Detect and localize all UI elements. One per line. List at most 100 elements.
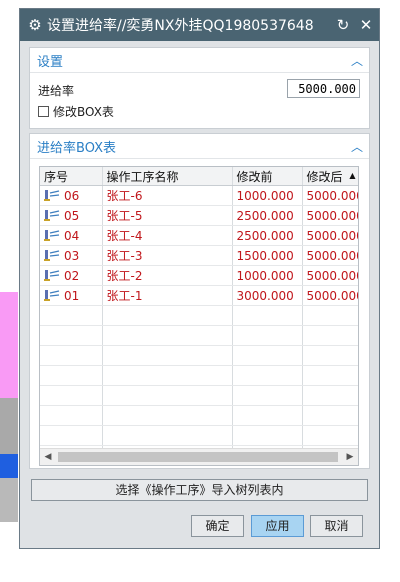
table-row[interactable]: 02 张工-2 1000.000 5000.000 xyxy=(40,265,358,286)
modify-box-checkbox[interactable] xyxy=(38,106,49,117)
empty-table-row xyxy=(40,325,358,346)
sort-arrow-icon: ▲ xyxy=(349,170,356,180)
settings-header-label: 设置 xyxy=(37,54,64,70)
empty-cell xyxy=(102,345,233,366)
ok-button[interactable]: 确定 xyxy=(191,515,244,537)
cell-no: 03 xyxy=(40,245,103,266)
empty-cell xyxy=(302,305,358,326)
empty-cell xyxy=(302,325,358,346)
background-viewport-gray-lower xyxy=(0,478,18,522)
empty-cell xyxy=(302,405,358,426)
empty-cell xyxy=(40,305,103,326)
empty-table-row xyxy=(40,365,358,386)
cancel-button[interactable]: 取消 xyxy=(310,515,363,537)
empty-cell xyxy=(102,425,233,446)
cell-no-text: 02 xyxy=(64,268,80,283)
table-row[interactable]: 05 张工-5 2500.000 5000.000 xyxy=(40,205,358,226)
empty-cell xyxy=(302,385,358,406)
cell-name: 张工-3 xyxy=(102,245,233,266)
operation-table[interactable]: 序号 操作工序名称 修改前 修改后 ▲ 06 张工-6 1000.000 5000.00… xyxy=(39,166,359,466)
empty-table-row xyxy=(40,405,358,426)
cell-after: 5000.000 xyxy=(302,205,358,226)
cell-name: 张工-1 xyxy=(102,285,233,306)
feed-rate-input[interactable] xyxy=(287,79,360,98)
empty-cell xyxy=(302,365,358,386)
cell-no: 01 xyxy=(40,285,103,306)
box-table-panel: 进给率BOX表 ︿ 序号 操作工序名称 修改前 修改后 ▲ 06 张工-6 1000.… xyxy=(29,133,370,469)
cell-after: 5000.000 xyxy=(302,245,358,266)
cell-no: 04 xyxy=(40,225,103,246)
scroll-right-icon[interactable]: ▶ xyxy=(342,452,358,462)
background-viewport-gray xyxy=(0,398,18,454)
cell-before: 3000.000 xyxy=(232,285,303,306)
cell-before: 1000.000 xyxy=(232,265,303,286)
reset-icon[interactable]: ↻ xyxy=(333,16,353,34)
column-header-after[interactable]: 修改后 ▲ xyxy=(302,167,358,186)
collapse-chevron-icon[interactable]: ︿ xyxy=(351,138,363,155)
empty-cell xyxy=(232,385,303,406)
empty-cell xyxy=(102,325,233,346)
operation-icon xyxy=(44,189,60,201)
empty-cell xyxy=(232,305,303,326)
empty-cell xyxy=(232,325,303,346)
modify-box-label: 修改BOX表 xyxy=(53,105,114,119)
empty-cell xyxy=(102,385,233,406)
cell-before: 2500.000 xyxy=(232,225,303,246)
empty-cell xyxy=(232,405,303,426)
operation-icon xyxy=(44,269,60,281)
empty-table-row xyxy=(40,305,358,326)
empty-table-row xyxy=(40,385,358,406)
background-viewport-magenta xyxy=(0,292,18,398)
settings-header[interactable]: 设置 ︿ xyxy=(30,48,369,73)
cell-no: 06 xyxy=(40,185,103,206)
collapse-chevron-icon[interactable]: ︿ xyxy=(351,52,363,69)
empty-cell xyxy=(102,305,233,326)
empty-cell xyxy=(302,345,358,366)
scroll-thumb[interactable] xyxy=(58,452,338,462)
empty-cell xyxy=(302,425,358,446)
cell-no-text: 05 xyxy=(64,208,80,223)
operation-icon xyxy=(44,289,60,301)
column-header-name[interactable]: 操作工序名称 xyxy=(102,167,233,186)
close-icon[interactable]: ✕ xyxy=(356,16,376,34)
table-row[interactable]: 06 张工-6 1000.000 5000.000 xyxy=(40,185,358,206)
empty-table-row xyxy=(40,425,358,446)
modify-box-option[interactable]: 修改BOX表 xyxy=(38,103,114,120)
empty-cell xyxy=(40,405,103,426)
table-row[interactable]: 03 张工-3 1500.000 5000.000 xyxy=(40,245,358,266)
window-title: 设置进给率//奕勇NX外挂QQ1980537648 xyxy=(47,18,314,34)
table-row[interactable]: 01 张工-1 3000.000 5000.000 xyxy=(40,285,358,306)
gear-icon: ⚙ xyxy=(28,16,42,34)
box-table-header-label: 进给率BOX表 xyxy=(37,140,116,156)
import-operations-button[interactable]: 选择《操作工序》导入树列表内 xyxy=(31,479,368,501)
operation-icon xyxy=(44,209,60,221)
box-table-header[interactable]: 进给率BOX表 ︿ xyxy=(30,134,369,159)
scroll-left-icon[interactable]: ◀ xyxy=(40,452,56,462)
cell-no-text: 03 xyxy=(64,248,80,263)
empty-cell xyxy=(40,365,103,386)
cell-no: 05 xyxy=(40,205,103,226)
background-viewport-blue xyxy=(0,454,18,478)
cell-after: 5000.000 xyxy=(302,265,358,286)
cell-after: 5000.000 xyxy=(302,185,358,206)
column-header-no[interactable]: 序号 xyxy=(40,167,103,186)
table-header-row: 序号 操作工序名称 修改前 修改后 ▲ xyxy=(40,167,358,186)
empty-cell xyxy=(102,405,233,426)
empty-cell xyxy=(40,325,103,346)
operation-icon xyxy=(44,249,60,261)
cell-name: 张工-4 xyxy=(102,225,233,246)
table-row[interactable]: 04 张工-4 2500.000 5000.000 xyxy=(40,225,358,246)
horizontal-scrollbar[interactable]: ◀ ▶ xyxy=(40,448,358,465)
cell-name: 张工-6 xyxy=(102,185,233,206)
apply-button[interactable]: 应用 xyxy=(251,515,304,537)
title-bar: ⚙ 设置进给率//奕勇NX外挂QQ1980537648 ↻ ✕ xyxy=(20,9,379,41)
empty-cell xyxy=(40,385,103,406)
empty-cell xyxy=(232,345,303,366)
column-header-after-label: 修改后 xyxy=(306,169,343,184)
cell-name: 张工-2 xyxy=(102,265,233,286)
column-header-before[interactable]: 修改前 xyxy=(232,167,303,186)
feed-label: 进给率 xyxy=(38,84,75,98)
empty-cell xyxy=(40,345,103,366)
cell-no: 02 xyxy=(40,265,103,286)
cell-no-text: 01 xyxy=(64,288,80,303)
